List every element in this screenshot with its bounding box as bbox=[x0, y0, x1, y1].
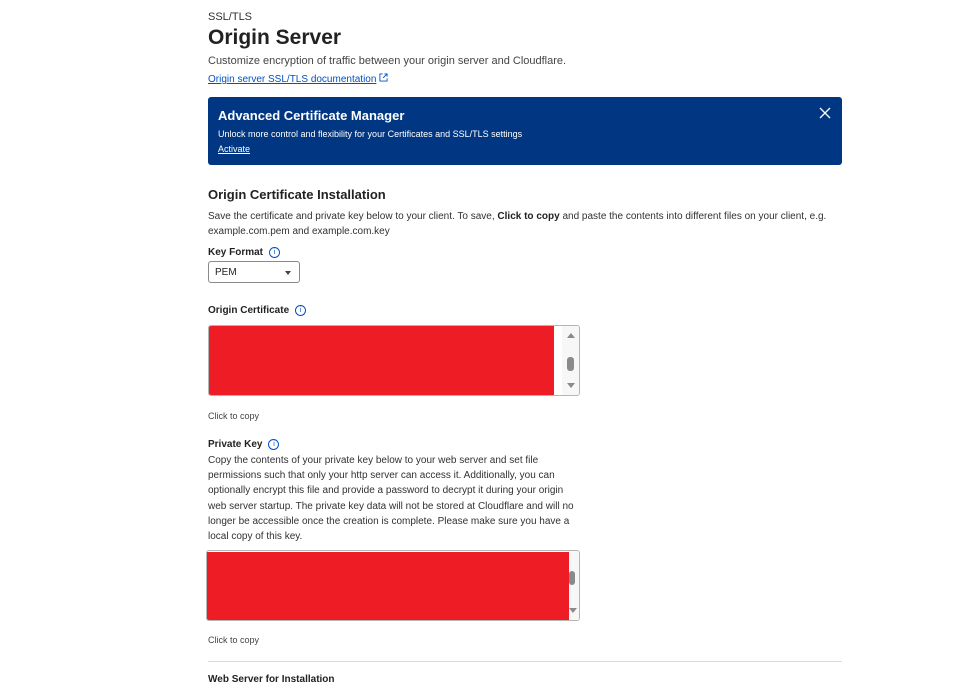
key-format-value: PEM bbox=[215, 267, 237, 278]
banner-title: Advanced Certificate Manager bbox=[218, 108, 405, 123]
activate-link[interactable]: Activate bbox=[218, 144, 250, 154]
origin-certificate-label: Origin Certificate i bbox=[208, 305, 307, 316]
scrollbar[interactable] bbox=[562, 326, 579, 395]
scroll-down-arrow-icon[interactable] bbox=[567, 383, 575, 388]
chevron-down-icon bbox=[285, 271, 291, 275]
info-icon[interactable]: i bbox=[295, 305, 307, 316]
banner-text: Unlock more control and flexibility for … bbox=[218, 129, 523, 139]
info-icon[interactable]: i bbox=[268, 439, 280, 450]
section-description: Save the certificate and private key bel… bbox=[208, 211, 827, 237]
private-key-label: Private Key i bbox=[208, 439, 280, 450]
origin-certificate-textarea[interactable] bbox=[208, 325, 580, 396]
divider bbox=[208, 661, 842, 662]
close-icon[interactable] bbox=[818, 106, 832, 120]
origin-certificate-copy-hint[interactable]: Click to copy bbox=[208, 411, 259, 421]
breadcrumb: SSL/TLS bbox=[208, 11, 253, 23]
key-format-select[interactable]: PEM bbox=[208, 261, 300, 283]
private-key-textarea[interactable] bbox=[206, 550, 580, 621]
scroll-down-arrow-icon[interactable] bbox=[569, 608, 577, 613]
documentation-link-label: Origin server SSL/TLS documentation bbox=[208, 74, 377, 85]
page-title: Origin Server bbox=[208, 26, 342, 49]
info-icon[interactable]: i bbox=[269, 247, 281, 258]
private-key-copy-hint[interactable]: Click to copy bbox=[208, 635, 259, 645]
scrollbar[interactable] bbox=[569, 551, 579, 620]
external-link-icon bbox=[379, 73, 388, 85]
scroll-up-arrow-icon[interactable] bbox=[567, 333, 575, 338]
acm-banner: Advanced Certificate Manager Unlock more… bbox=[208, 97, 842, 165]
section-title: Origin Certificate Installation bbox=[208, 187, 386, 202]
redacted-content bbox=[207, 552, 571, 620]
key-format-label: Key Format i bbox=[208, 247, 281, 258]
scroll-thumb[interactable] bbox=[569, 571, 575, 585]
private-key-description: Copy the contents of your private key be… bbox=[208, 455, 574, 543]
scroll-thumb[interactable] bbox=[567, 357, 574, 371]
documentation-link[interactable]: Origin server SSL/TLS documentation bbox=[208, 73, 388, 85]
page-subtitle: Customize encryption of traffic between … bbox=[208, 55, 567, 67]
web-server-label: Web Server for Installation bbox=[208, 674, 335, 685]
redacted-content bbox=[209, 326, 554, 395]
